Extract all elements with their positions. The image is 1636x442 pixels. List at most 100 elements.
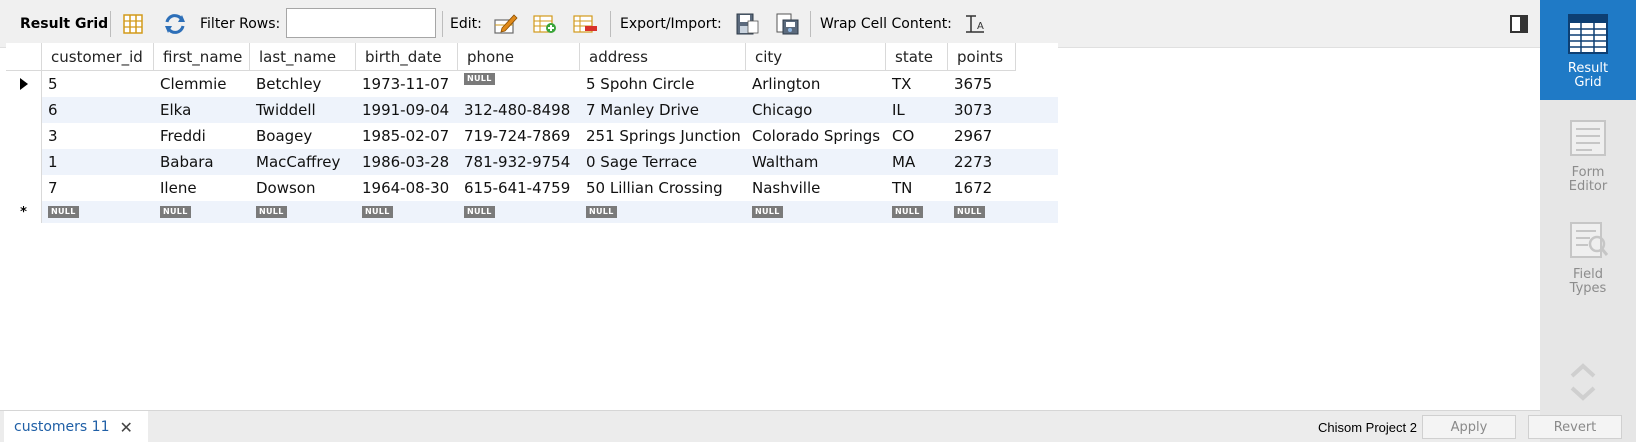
cell-last-name[interactable]: Boagey [250, 123, 356, 149]
column-header-customer-id[interactable]: customer_id [42, 43, 154, 71]
new-row-cell[interactable]: NULL [580, 201, 746, 223]
cell-address[interactable]: 50 Lillian Crossing [580, 175, 746, 201]
column-header-birth-date[interactable]: birth_date [356, 43, 458, 71]
refresh-icon[interactable] [162, 12, 188, 36]
cell-city[interactable]: Chicago [746, 97, 886, 123]
column-header-last-name[interactable]: last_name [250, 43, 356, 71]
cell-state[interactable]: TX [886, 71, 948, 97]
null-badge: NULL [954, 206, 985, 218]
cell-phone[interactable]: 615-641-4759 [458, 175, 580, 201]
cell-points[interactable]: 3073 [948, 97, 1016, 123]
cell-state[interactable]: CO [886, 123, 948, 149]
null-badge: NULL [464, 206, 495, 218]
cell-city[interactable]: Arlington [746, 71, 886, 97]
form-editor-view-button[interactable]: Form Editor [1540, 104, 1636, 204]
wrap-text-icon[interactable]: A [962, 12, 988, 36]
cell-address[interactable]: 7 Manley Drive [580, 97, 746, 123]
cell-first-name[interactable]: Elka [154, 97, 250, 123]
cell-address[interactable]: 5 Spohn Circle [580, 71, 746, 97]
cell-first-name[interactable]: Clemmie [154, 71, 250, 97]
apply-button-label: Apply [1450, 419, 1488, 435]
edit-row-icon[interactable] [492, 12, 518, 36]
cell-address[interactable]: 0 Sage Terrace [580, 149, 746, 175]
row-header[interactable] [6, 175, 42, 201]
grid-layout-icon[interactable] [120, 12, 146, 36]
grid-new-row[interactable]: * NULL NULL NULL NULL NULL NULL NULL NULL NULL [6, 201, 1058, 223]
connection-name-text: Chisom Project 2 [1318, 419, 1417, 435]
cell-last-name[interactable]: Twiddell [250, 97, 356, 123]
column-header-city[interactable]: city [746, 43, 886, 71]
revert-button[interactable]: Revert [1528, 415, 1622, 439]
new-row-cell[interactable]: NULL [458, 201, 580, 223]
cell-first-name[interactable]: Ilene [154, 175, 250, 201]
wrap-cell-content-label: Wrap Cell Content: [820, 16, 952, 32]
delete-row-icon[interactable] [572, 12, 598, 36]
new-row-cell[interactable]: NULL [356, 201, 458, 223]
cell-customer-id[interactable]: 5 [42, 71, 154, 97]
cell-first-name[interactable]: Babara [154, 149, 250, 175]
grid-corner [6, 43, 42, 71]
column-header-phone[interactable]: phone [458, 43, 580, 71]
cell-city[interactable]: Waltham [746, 149, 886, 175]
table-row[interactable]: 3 Freddi Boagey 1985-02-07 719-724-7869 251 S… [6, 123, 1058, 149]
result-tab-customers[interactable]: customers 11 ✕ [4, 411, 148, 442]
column-header-address[interactable]: address [580, 43, 746, 71]
column-header-state[interactable]: state [886, 43, 948, 71]
cell-points[interactable]: 2273 [948, 149, 1016, 175]
cell-customer-id[interactable]: 3 [42, 123, 154, 149]
column-header-points[interactable]: points [948, 43, 1016, 71]
cell-last-name[interactable]: Betchley [250, 71, 356, 97]
cell-state[interactable]: MA [886, 149, 948, 175]
cell-state[interactable]: IL [886, 97, 948, 123]
table-row[interactable]: 5 Clemmie Betchley 1973-11-07 NULL 5 Spohn Ci… [6, 71, 1058, 97]
row-header[interactable] [6, 123, 42, 149]
cell-phone[interactable]: 719-724-7869 [458, 123, 580, 149]
add-row-icon[interactable] [532, 12, 558, 36]
cell-first-name[interactable]: Freddi [154, 123, 250, 149]
result-grid-view-button[interactable]: Result Grid [1540, 0, 1636, 100]
cell-last-name[interactable]: MacCaffrey [250, 149, 356, 175]
cell-city[interactable]: Colorado Springs [746, 123, 886, 149]
table-row[interactable]: 7 Ilene Dowson 1964-08-30 615-641-4759 50 Lil… [6, 175, 1058, 201]
new-row-cell[interactable]: NULL [948, 201, 1016, 223]
new-row-cell[interactable]: NULL [250, 201, 356, 223]
new-row-cell[interactable]: NULL [42, 201, 154, 223]
cell-last-name[interactable]: Dowson [250, 175, 356, 201]
side-panel-scroll-icon[interactable] [1568, 358, 1598, 408]
apply-button[interactable]: Apply [1422, 415, 1516, 439]
null-badge: NULL [586, 206, 617, 218]
cell-customer-id[interactable]: 6 [42, 97, 154, 123]
cell-city[interactable]: Nashville [746, 175, 886, 201]
cell-points[interactable]: 3675 [948, 71, 1016, 97]
table-row[interactable]: 1 Babara MacCaffrey 1986-03-28 781-932-9754 0… [6, 149, 1058, 175]
close-tab-icon[interactable]: ✕ [119, 418, 132, 437]
cell-customer-id[interactable]: 1 [42, 149, 154, 175]
new-row-cell[interactable]: NULL [886, 201, 948, 223]
toggle-side-panel-icon[interactable] [1510, 15, 1528, 33]
filter-rows-input[interactable] [286, 8, 436, 38]
cell-state[interactable]: TN [886, 175, 948, 201]
new-row-cell[interactable]: NULL [154, 201, 250, 223]
cell-phone[interactable]: 781-932-9754 [458, 149, 580, 175]
new-row-cell[interactable]: NULL [746, 201, 886, 223]
row-header-current[interactable] [6, 71, 42, 97]
cell-birth-date[interactable]: 1991-09-04 [356, 97, 458, 123]
cell-phone[interactable]: NULL [458, 71, 580, 97]
cell-birth-date[interactable]: 1964-08-30 [356, 175, 458, 201]
import-icon[interactable] [774, 12, 800, 36]
connection-name: Chisom Project 2 [1318, 411, 1417, 442]
column-header-first-name[interactable]: first_name [154, 43, 250, 71]
cell-phone[interactable]: 312-480-8498 [458, 97, 580, 123]
cell-points[interactable]: 2967 [948, 123, 1016, 149]
row-header[interactable] [6, 97, 42, 123]
table-row[interactable]: 6 Elka Twiddell 1991-09-04 312-480-8498 7 Man… [6, 97, 1058, 123]
cell-points[interactable]: 1672 [948, 175, 1016, 201]
cell-birth-date[interactable]: 1986-03-28 [356, 149, 458, 175]
export-icon[interactable] [734, 12, 760, 36]
row-header[interactable] [6, 149, 42, 175]
cell-birth-date[interactable]: 1985-02-07 [356, 123, 458, 149]
field-types-view-button[interactable]: Field Types [1540, 206, 1636, 306]
cell-address[interactable]: 251 Springs Junction [580, 123, 746, 149]
cell-customer-id[interactable]: 7 [42, 175, 154, 201]
cell-birth-date[interactable]: 1973-11-07 [356, 71, 458, 97]
